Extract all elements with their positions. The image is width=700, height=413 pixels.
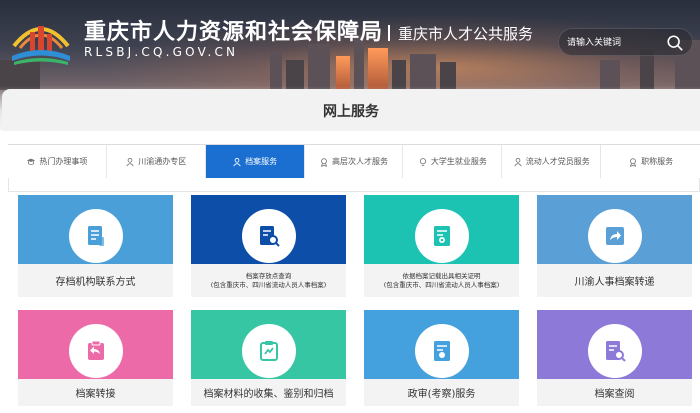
card-label: 存档机构联系方式 [55, 277, 136, 288]
card-political-review[interactable]: 政审(考察)服务 [364, 310, 519, 406]
person-icon [233, 157, 241, 166]
tab-graduate-employment[interactable]: 大学生就业服务 [403, 145, 503, 178]
tab-party-member[interactable]: 流动人才党员服务 [502, 145, 602, 178]
card-archive-query[interactable]: 档案查阅 [537, 310, 692, 406]
card-top [18, 310, 173, 379]
card-note: (包含重庆市、四川省流动人员人事档案) [210, 280, 327, 289]
card-top [364, 310, 519, 379]
tab-label: 职称服务 [641, 157, 674, 166]
tab-label: 档案服务 [245, 157, 278, 166]
building [270, 52, 282, 90]
transfer-icon [87, 340, 104, 360]
tab-label: 大学生就业服务 [430, 157, 487, 166]
building [308, 44, 330, 90]
card-label: 川渝人事档案转递 [574, 277, 655, 288]
card-archive-certificate[interactable]: 依据档案记载出具相关证明 (包含重庆市、四川省流动人员人事档案) [364, 195, 519, 297]
card-archive-forward[interactable]: 川渝人事档案转递 [537, 195, 692, 297]
badge-document-icon [433, 341, 450, 361]
card-archive-location[interactable]: 档案存放点查询 (包含重庆市、四川省流动人员人事档案) [191, 195, 346, 297]
card-top [191, 195, 346, 264]
graduation-cap-icon [27, 158, 36, 165]
search-document-icon [259, 226, 280, 247]
tab-high-talent[interactable]: 高层次人才服务 [304, 145, 404, 178]
tab-hot-items[interactable]: 热门办理事项 [8, 145, 107, 178]
card-footer: 依据档案记载出具相关证明 (包含重庆市、四川省流动人员人事档案) [364, 264, 519, 297]
search-document-icon [605, 341, 626, 362]
award-icon [629, 157, 637, 167]
card-icon-circle [68, 324, 123, 378]
card-icon-circle [414, 324, 469, 378]
tab-chuanyu[interactable]: 川渝通办专区 [106, 145, 206, 178]
card-label: 政审(考察)服务 [407, 389, 476, 400]
card-label: 依据档案记载出具相关证明 [402, 271, 481, 280]
section-header: 网上服务 [2, 89, 700, 131]
card-icon-circle [68, 209, 123, 263]
card-top [364, 195, 519, 264]
document-icon [87, 226, 104, 246]
award-icon [320, 157, 328, 167]
card-footer: 档案转接 [18, 379, 173, 406]
card-icon-circle [587, 324, 642, 378]
card-footer: 档案存放点查询 (包含重庆市、四川省流动人员人事档案) [191, 264, 346, 297]
card-archive-transfer[interactable]: 档案转接 [18, 310, 173, 406]
tab-content-frame [8, 178, 700, 192]
ministry-logo-icon [12, 26, 70, 65]
card-archive-contact[interactable]: 存档机构联系方式 [18, 195, 173, 297]
title-divider [388, 25, 390, 41]
bulb-icon [419, 157, 426, 166]
building [410, 54, 436, 90]
tab-label: 流动人才党员服务 [525, 157, 590, 166]
card-archive-collection[interactable]: 档案材料的收集、鉴别和归档 [191, 310, 346, 406]
card-label: 档案查阅 [594, 389, 635, 400]
person-icon [126, 157, 134, 166]
card-label: 档案存放点查询 [245, 271, 292, 280]
section-title: 网上服务 [323, 104, 379, 120]
card-top [537, 310, 692, 379]
card-footer: 川渝人事档案转递 [537, 264, 692, 297]
card-footer: 档案材料的收集、鉴别和归档 [191, 379, 346, 406]
service-tabs: 热门办理事项 川渝通办专区 档案服务 高层次人才服务 大学生就业服务 流动人才党… [8, 144, 700, 178]
card-icon-circle [241, 324, 296, 378]
card-note: (包含重庆市、四川省流动人员人事档案) [383, 280, 500, 289]
person-icon [514, 157, 522, 166]
card-icon-circle [587, 209, 642, 263]
search-box [558, 28, 693, 56]
card-footer: 政审(考察)服务 [364, 379, 519, 406]
card-top [537, 195, 692, 264]
forward-icon [605, 227, 624, 245]
clipboard-icon [259, 341, 278, 361]
card-icon-circle [241, 209, 296, 263]
building [336, 56, 350, 90]
tab-label: 川渝通办专区 [138, 157, 187, 166]
search-input[interactable] [567, 34, 665, 52]
tab-archive-service[interactable]: 档案服务 [205, 145, 305, 178]
certificate-icon [433, 226, 450, 246]
card-top [191, 310, 346, 379]
tab-label: 热门办理事项 [39, 157, 88, 166]
site-domain: RLSBJ.CQ.GOV.CN [84, 45, 239, 59]
card-label: 档案转接 [75, 389, 116, 400]
building [640, 50, 654, 90]
card-top [18, 195, 173, 264]
tab-label: 高层次人才服务 [332, 157, 388, 166]
site-subtitle: 重庆市人才公共服务 [398, 25, 534, 43]
site-title: 重庆市人力资源和社会保障局 [84, 20, 384, 45]
tab-title-service[interactable]: 职称服务 [601, 145, 700, 178]
card-footer: 存档机构联系方式 [18, 264, 173, 297]
building [368, 48, 388, 90]
card-icon-circle [414, 209, 469, 263]
search-icon[interactable] [666, 34, 684, 52]
card-footer: 档案查阅 [537, 379, 692, 406]
card-label: 档案材料的收集、鉴别和归档 [203, 389, 334, 400]
